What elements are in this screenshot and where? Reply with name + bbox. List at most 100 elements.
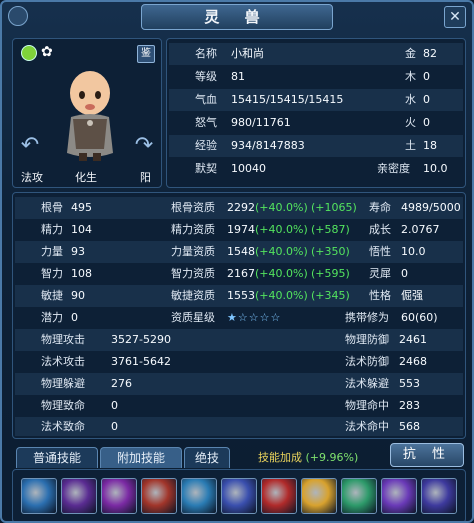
aptitude-percent: (+40.0%) <box>255 201 308 214</box>
title-bar: 灵 兽 ✕ <box>2 2 472 32</box>
rotate-right-icon[interactable]: ↷ <box>133 135 155 157</box>
pet-window: 灵 兽 ✕ ✿ 鉴 ↶ ↷ 法攻 化生 阳 名称 小和尚 金 82 等级 81 … <box>0 0 474 523</box>
skill-bonus: 技能加成 (+9.96%) <box>258 449 358 465</box>
combat-key: 法术致命 <box>41 420 85 433</box>
combat-value: 553 <box>399 377 420 390</box>
aptitude-key: 精力资质 <box>171 223 215 236</box>
element-value: 0 <box>423 70 430 83</box>
element-key: 水 <box>405 93 416 106</box>
skill-bonus-value: (+9.96%) <box>305 451 359 464</box>
skill-8-icon[interactable] <box>301 478 337 514</box>
extra-value: 4989/5000 <box>401 201 461 214</box>
info-key: 怒气 <box>195 116 217 129</box>
skill-5-icon[interactable] <box>181 478 217 514</box>
flower-icon: ✿ <box>41 44 53 60</box>
appraise-button[interactable]: 鉴 <box>137 45 155 63</box>
aptitude-percent: (+40.0%) <box>255 245 308 258</box>
element-value: 18 <box>423 139 437 152</box>
happy-face-icon <box>21 45 37 61</box>
skill-10-icon[interactable] <box>381 478 417 514</box>
combat-value: 276 <box>111 377 132 390</box>
extra-key: 携带修为 <box>345 311 389 324</box>
skill-6-icon[interactable] <box>221 478 257 514</box>
extra-value: 10.0 <box>401 245 426 258</box>
skill-9-icon[interactable] <box>341 478 377 514</box>
tab-normal-skills[interactable]: 普通技能 <box>16 447 98 468</box>
attribute-row: 力量 93 力量资质 1548 (+40.0%) (+350) 悟性 10.0 <box>15 241 463 263</box>
aptitude-key: 力量资质 <box>171 245 215 258</box>
element-key: 金 <box>405 47 416 60</box>
skill-2-icon[interactable] <box>61 478 97 514</box>
extra-key: 性格 <box>369 289 391 302</box>
element-key: 土 <box>405 139 416 152</box>
attribute-row: 根骨 495 根骨资质 2292 (+40.0%) (+1065) 寿命 498… <box>15 197 463 219</box>
skill-1-icon[interactable] <box>21 478 57 514</box>
aptitude-value: 1974 <box>227 223 255 236</box>
pet-character-icon <box>67 71 113 161</box>
attributes-panel: 根骨 495 根骨资质 2292 (+40.0%) (+1065) 寿命 498… <box>12 192 466 439</box>
aptitude-percent: (+40.0%) <box>255 223 308 236</box>
exp-value: 934/8147883 <box>231 139 305 152</box>
combat-value: 0 <box>111 420 118 433</box>
extra-value: 倔强 <box>401 289 423 302</box>
attr-key: 力量 <box>41 245 63 258</box>
attr-value: 108 <box>71 267 92 280</box>
intimacy-key: 亲密度 <box>377 162 410 175</box>
skill-3-icon[interactable] <box>101 478 137 514</box>
combat-value: 2461 <box>399 333 427 346</box>
combat-value: 568 <box>399 420 420 433</box>
aptitude-percent: (+40.0%) <box>255 267 308 280</box>
element-key: 火 <box>405 116 416 129</box>
skill-4-icon[interactable] <box>141 478 177 514</box>
info-row: 等级 81 木 0 <box>169 66 463 88</box>
combat-key: 法术躲避 <box>345 377 389 390</box>
attr-key: 精力 <box>41 223 63 236</box>
combat-key: 法术防御 <box>345 355 389 368</box>
skill-7-icon[interactable] <box>261 478 297 514</box>
extra-value: 0 <box>401 267 408 280</box>
tab-ultimate[interactable]: 绝技 <box>184 447 230 468</box>
aptitude-bonus: (+1065) <box>311 201 357 214</box>
info-key: 默契 <box>195 162 217 175</box>
aptitude-key: 智力资质 <box>171 267 215 280</box>
attribute-row: 潜力 0 资质星级 ★☆☆☆☆ 携带修为 60(60) <box>15 307 463 329</box>
combat-key: 物理攻击 <box>41 333 85 346</box>
combat-row: 物理躲避 276 法术躲避 553 <box>15 373 463 395</box>
close-button[interactable]: ✕ <box>444 6 466 28</box>
attr-key: 智力 <box>41 267 63 280</box>
rotate-left-icon[interactable]: ↶ <box>19 135 41 157</box>
combat-row: 物理致命 0 物理命中 283 <box>15 395 463 417</box>
combat-key: 法术命中 <box>345 420 389 433</box>
element-key: 木 <box>405 70 416 83</box>
level-value: 81 <box>231 70 245 83</box>
attr-key: 潜力 <box>41 311 63 324</box>
aptitude-value: 2167 <box>227 267 255 280</box>
extra-key: 寿命 <box>369 201 391 214</box>
combat-key: 物理防御 <box>345 333 389 346</box>
extra-key: 成长 <box>369 223 391 236</box>
combat-row: 法术致命 0 法术命中 568 <box>15 417 463 436</box>
skill-bonus-label: 技能加成 <box>258 451 302 464</box>
aptitude-key: 根骨资质 <box>171 201 215 214</box>
resistance-button[interactable]: 抗 性 <box>390 443 464 467</box>
aptitude-bonus: (+587) <box>311 223 350 236</box>
extra-value: 2.0767 <box>401 223 440 236</box>
intimacy-value: 10.0 <box>423 162 448 175</box>
form-label: 化生 <box>75 171 97 184</box>
combat-value: 0 <box>111 399 118 412</box>
combat-key: 物理命中 <box>345 399 389 412</box>
combat-row: 物理攻击 3527-5290 物理防御 2461 <box>15 329 463 351</box>
info-key: 等级 <box>195 70 217 83</box>
element-value: 0 <box>423 93 430 106</box>
extra-value: 60(60) <box>401 311 438 324</box>
info-row: 默契 10040 亲密度 10.0 <box>169 158 463 180</box>
info-row: 怒气 980/11761 火 0 <box>169 112 463 134</box>
combat-row: 法术攻击 3761-5642 法术防御 2468 <box>15 351 463 373</box>
tab-extra-skills[interactable]: 附加技能 <box>100 447 182 468</box>
combat-value: 3761-5642 <box>111 355 171 368</box>
attr-key: 根骨 <box>41 201 63 214</box>
aptitude-key: 敏捷资质 <box>171 289 215 302</box>
aptitude-bonus: (+345) <box>311 289 350 302</box>
info-key: 气血 <box>195 93 217 106</box>
skill-11-icon[interactable] <box>421 478 457 514</box>
